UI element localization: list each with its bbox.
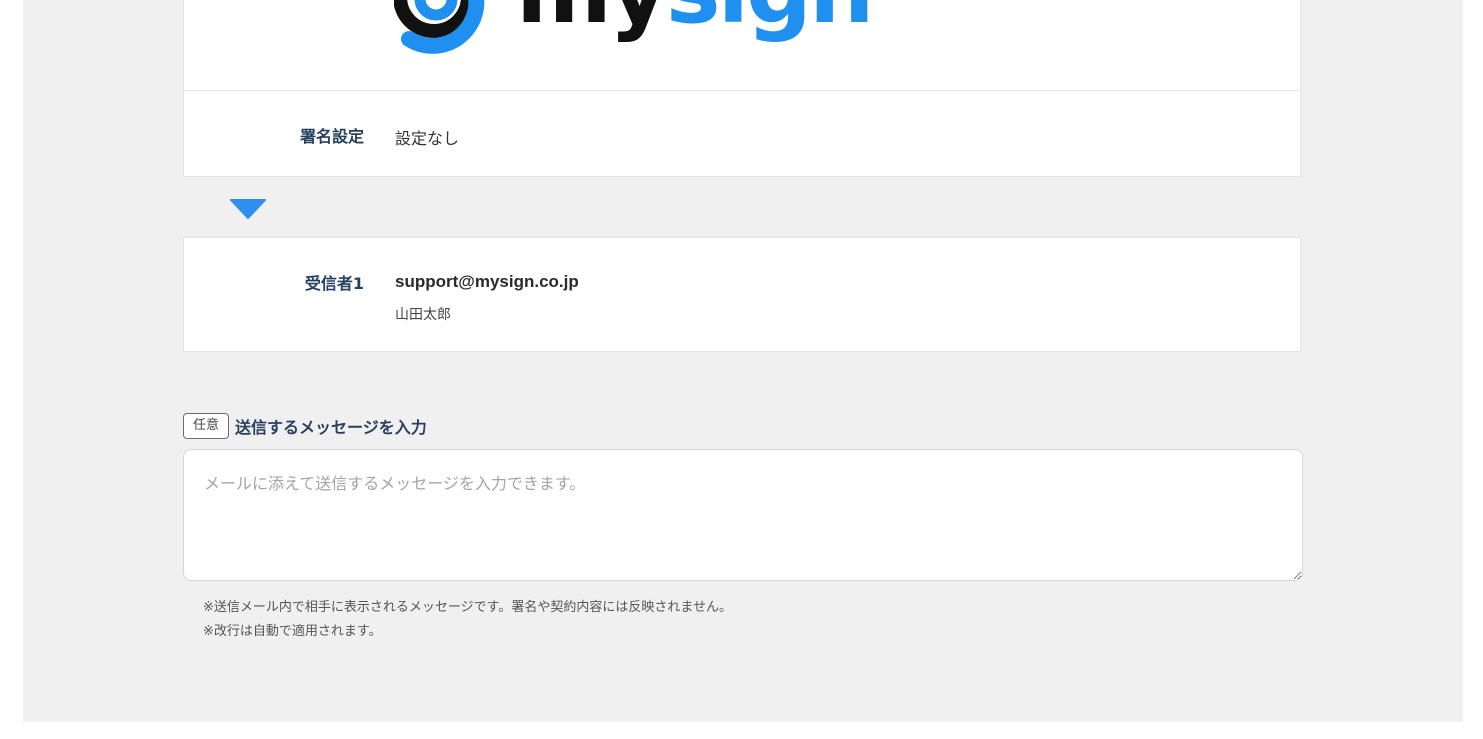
logo-text-blue: sign [666,0,875,44]
mysign-logo: mysign [393,0,894,61]
logo-card: mysign [183,0,1301,91]
message-note-display: ※送信メール内で相手に表示されるメッセージです。署名や契約内容には反映されません… [203,600,732,615]
message-notes: ※送信メール内で相手に表示されるメッセージです。署名や契約内容には反映されません… [203,596,732,644]
signature-setting-card: 署名設定 設定なし [183,90,1301,177]
optional-badge: 任意 [183,412,230,439]
signature-setting-value: 設定なし [395,129,460,148]
mysign-logo-icon [393,0,485,54]
triangle-down-icon [230,199,266,219]
message-note-linebreak: ※改行は自動で適用されます。 [203,624,382,639]
message-input-wrapper [183,449,1303,581]
logo-text-dark: my [516,0,669,44]
mysign-logo-text: mysign [516,0,874,37]
message-title: 送信するメッセージを入力 [235,417,427,437]
message-section-header: 任意 送信するメッセージを入力 [183,412,427,439]
signature-setting-label: 署名設定 [299,127,364,146]
recipient-name: 山田太郎 [395,307,451,323]
message-textarea[interactable] [183,449,1303,581]
recipient-card: 受信者1 support@mysign.co.jp 山田太郎 [183,237,1301,352]
recipient-label: 受信者1 [304,274,364,293]
recipient-email: support@mysign.co.jp [395,272,579,291]
